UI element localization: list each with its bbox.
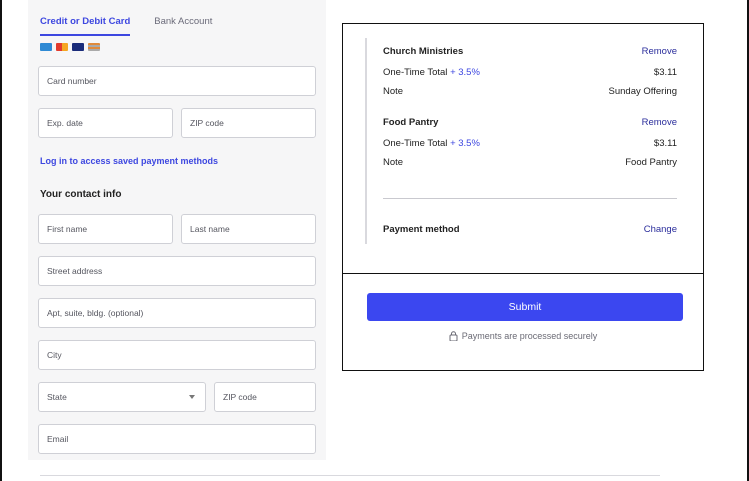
card-number-input[interactable]: [47, 76, 315, 86]
fund-name: Church Ministries: [383, 46, 464, 57]
fee-label: + 3.5%: [450, 138, 480, 149]
city-input[interactable]: [47, 350, 315, 360]
apt-input[interactable]: [47, 308, 315, 318]
order-summary: Church Ministries Remove One-Time Total …: [342, 23, 704, 371]
amount: $3.11: [653, 138, 677, 149]
section-divider: [343, 273, 703, 274]
email-input[interactable]: [47, 434, 315, 444]
first-name-field[interactable]: [38, 214, 173, 244]
payment-tabs: Credit or Debit Card Bank Account: [40, 16, 212, 36]
secure-note: Payments are processed securely: [343, 331, 703, 341]
payment-method-label: Payment method: [383, 224, 460, 235]
summary-item-2-total: One-Time Total + 3.5% $3.11: [383, 138, 677, 149]
mastercard-icon: [56, 43, 68, 51]
summary-item-2-header: Food Pantry Remove: [383, 117, 677, 128]
contact-info-heading: Your contact info: [40, 189, 122, 200]
discover-icon: [88, 43, 100, 51]
remove-button[interactable]: Remove: [642, 117, 677, 128]
summary-divider: [383, 198, 677, 199]
note-label: Note: [383, 157, 404, 168]
total-label: One-Time Total: [383, 138, 448, 149]
apt-field[interactable]: [38, 298, 316, 328]
note-value: Sunday Offering: [608, 86, 677, 97]
email-field[interactable]: [38, 424, 316, 454]
last-name-input[interactable]: [190, 224, 315, 234]
visa-icon: [72, 43, 84, 51]
exp-date-input[interactable]: [47, 118, 172, 128]
payment-form-panel: Credit or Debit Card Bank Account Log in…: [28, 0, 326, 460]
summary-item-2-note: Note Food Pantry: [383, 157, 677, 168]
street-address-input[interactable]: [47, 266, 315, 276]
change-payment-button[interactable]: Change: [644, 224, 677, 235]
tab-bank-account[interactable]: Bank Account: [154, 16, 212, 36]
note-label: Note: [383, 86, 404, 97]
submit-button[interactable]: Submit: [367, 293, 683, 321]
card-brand-icons: [40, 43, 100, 51]
zip-code-field[interactable]: [214, 382, 316, 412]
first-name-input[interactable]: [47, 224, 172, 234]
secure-note-text: Payments are processed securely: [461, 331, 598, 341]
saved-payment-methods-link[interactable]: Log in to access saved payment methods: [40, 156, 218, 166]
fee-label: + 3.5%: [450, 67, 480, 78]
state-select-value: State: [47, 392, 67, 402]
page-bottom-divider: [40, 475, 660, 476]
card-zip-input[interactable]: [190, 118, 315, 128]
state-select[interactable]: State: [38, 382, 206, 412]
card-number-field[interactable]: [38, 66, 316, 96]
card-zip-field[interactable]: [181, 108, 316, 138]
zip-code-input[interactable]: [223, 392, 315, 402]
payment-method-row: Payment method Change: [383, 224, 677, 235]
fund-name: Food Pantry: [383, 117, 439, 128]
remove-button[interactable]: Remove: [642, 46, 677, 57]
note-value: Food Pantry: [625, 157, 677, 168]
last-name-field[interactable]: [181, 214, 316, 244]
chevron-down-icon: [189, 395, 195, 399]
amex-icon: [40, 43, 52, 51]
street-address-field[interactable]: [38, 256, 316, 286]
summary-item-1-note: Note Sunday Offering: [383, 86, 677, 97]
summary-item-1-header: Church Ministries Remove: [383, 46, 677, 57]
tab-credit-card[interactable]: Credit or Debit Card: [40, 16, 131, 36]
exp-date-field[interactable]: [38, 108, 173, 138]
amount: $3.11: [653, 67, 677, 78]
summary-item-1-total: One-Time Total + 3.5% $3.11: [383, 67, 677, 78]
summary-accent-bar: [365, 38, 367, 244]
lock-icon: [449, 331, 458, 341]
total-label: One-Time Total: [383, 67, 448, 78]
city-field[interactable]: [38, 340, 316, 370]
